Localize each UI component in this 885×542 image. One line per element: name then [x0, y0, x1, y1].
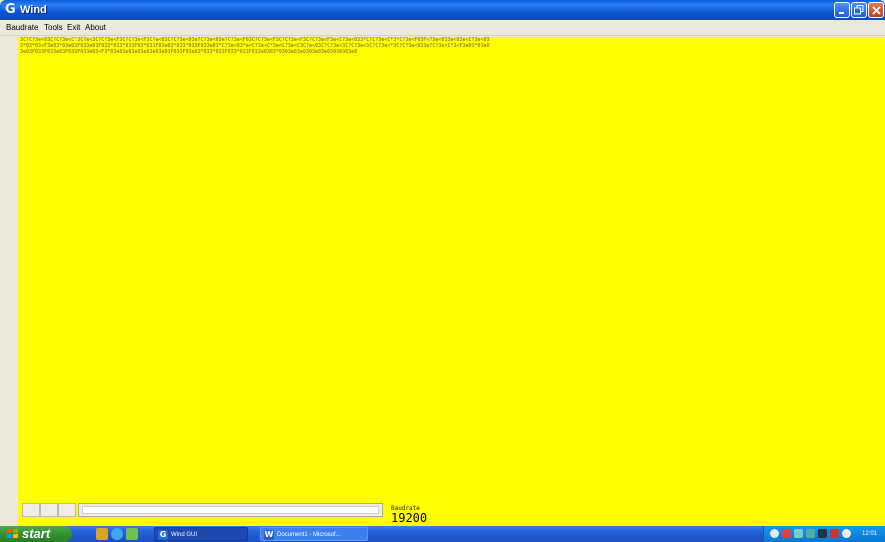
window-title: Wind — [20, 4, 47, 16]
serial-console[interactable]: 3C?C?3e<03C?C?3e<C^3C?e<3C?C?3e<F3C?C?3e… — [18, 37, 885, 500]
maximize-icon — [854, 5, 864, 15]
display-icon[interactable] — [806, 529, 815, 538]
word-app-icon: W — [264, 530, 274, 540]
menu-bar: Baudrate Tools Exit About — [0, 20, 885, 36]
menu-baudrate[interactable]: Baudrate — [6, 22, 38, 34]
start-button[interactable]: start — [0, 526, 72, 542]
task-label: Wind GUI — [171, 532, 198, 538]
clock[interactable]: 12:01 — [862, 526, 877, 542]
panel-button-3[interactable] — [58, 503, 76, 517]
close-button[interactable] — [868, 2, 884, 18]
security-icon[interactable] — [782, 529, 791, 538]
shield-icon[interactable] — [842, 529, 851, 538]
alert-icon[interactable] — [830, 529, 839, 538]
panel-button-2[interactable] — [40, 503, 58, 517]
taskbar: start G Wind GUI W Document1 - Microsof.… — [0, 526, 885, 542]
progress-bar — [78, 503, 383, 517]
system-tray: 12:01 — [763, 526, 885, 542]
minimize-button[interactable] — [834, 2, 850, 18]
quicklaunch-folder-icon[interactable] — [96, 528, 108, 540]
console-output: 3C?C?3e<03C?C?3e<C^3C?e<3C?C?3e<F3C?C?3e… — [20, 37, 490, 55]
quicklaunch-media-icon[interactable] — [126, 528, 138, 540]
start-label: start — [22, 526, 51, 541]
maximize-button[interactable] — [851, 2, 867, 18]
network-icon[interactable] — [770, 529, 779, 538]
status-bar: Baudrate 19200 — [18, 500, 885, 526]
app-window: G Wind Baudrate Tools Exit About 3C?C?3e… — [0, 0, 885, 526]
panel-button-1[interactable] — [22, 503, 40, 517]
baudrate-value: 19200 — [391, 511, 428, 525]
menu-exit[interactable]: Exit — [67, 22, 80, 34]
menu-tools[interactable]: Tools — [44, 22, 63, 34]
app-icon: G — [5, 2, 16, 17]
windows-logo-icon — [7, 529, 18, 539]
menu-about[interactable]: About — [85, 22, 106, 34]
quicklaunch-browser-icon[interactable] — [111, 528, 123, 540]
device-icon[interactable] — [818, 529, 827, 538]
task-document1[interactable]: W Document1 - Microsof... — [260, 527, 368, 541]
wind-app-icon: G — [158, 530, 168, 540]
task-wind-gui[interactable]: G Wind GUI — [154, 527, 248, 541]
minimize-icon — [839, 12, 844, 14]
title-bar[interactable]: G Wind — [0, 0, 885, 20]
task-label: Document1 - Microsof... — [277, 532, 341, 538]
close-icon — [871, 5, 881, 15]
volume-icon[interactable] — [794, 529, 803, 538]
